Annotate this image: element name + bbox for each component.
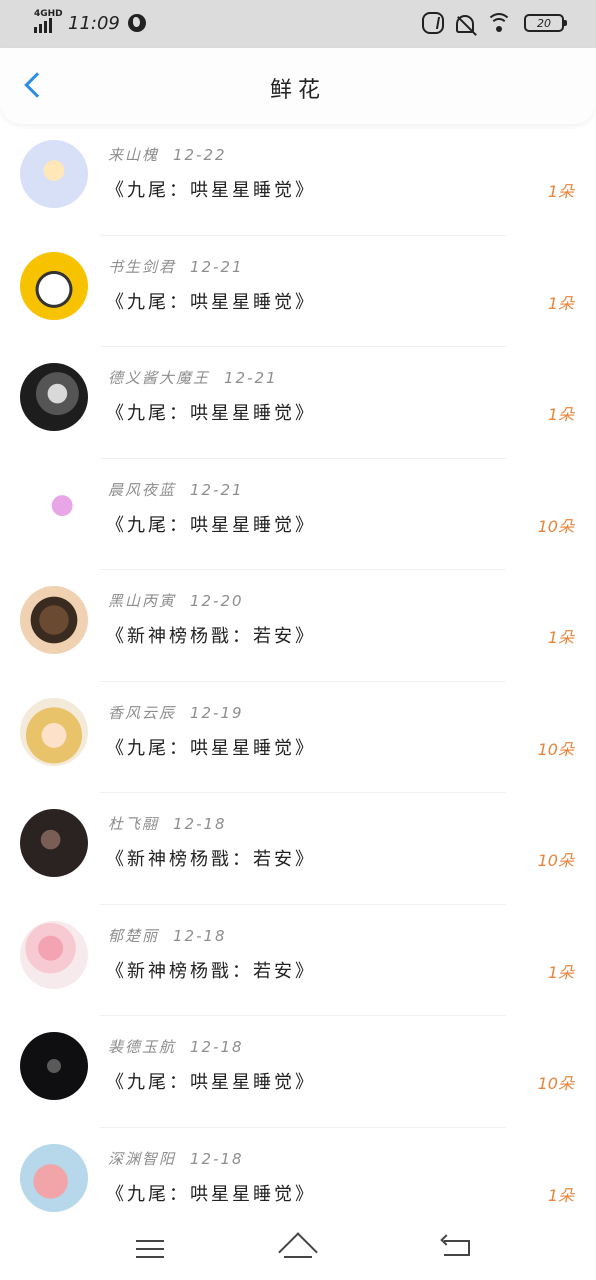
item-meta: 郁楚丽 12-18 bbox=[108, 925, 227, 946]
avatar[interactable] bbox=[20, 251, 88, 320]
user-name: 香风云辰 bbox=[108, 703, 177, 722]
signal-icon: 4GHD bbox=[32, 9, 63, 35]
avatar[interactable] bbox=[20, 920, 88, 989]
status-left: 4GHD 11:09 bbox=[32, 9, 146, 36]
avatar[interactable] bbox=[20, 697, 88, 766]
avatar[interactable] bbox=[20, 586, 88, 654]
user-name: 德义酱大魔王 bbox=[108, 369, 211, 387]
book-title[interactable]: 《新神榜杨戬：若安》 bbox=[106, 622, 316, 648]
home-icon bbox=[278, 1232, 318, 1272]
user-name: 书生剑君 bbox=[108, 257, 177, 276]
item-meta: 香风云辰 12-19 bbox=[108, 702, 244, 723]
item-meta: 黑山丙寅 12-20 bbox=[108, 590, 244, 611]
flower-count: 1朵 bbox=[547, 293, 574, 313]
book-title[interactable]: 《九尾：哄星星睡觉》 bbox=[106, 734, 316, 760]
list-item[interactable]: 晨风夜蓝 12-21 《九尾：哄星星睡觉》 10朵 bbox=[0, 459, 596, 570]
item-date: 12-21 bbox=[190, 257, 244, 276]
flower-list[interactable]: 来山槐 12-22 《九尾：哄星星睡觉》 1朵 书生剑君 12-21 《九尾：哄星星… bbox=[0, 124, 596, 1220]
item-date: 12-18 bbox=[173, 926, 227, 945]
book-title[interactable]: 《九尾：哄星星睡觉》 bbox=[106, 288, 316, 314]
app-header: 鲜花 bbox=[0, 48, 596, 124]
list-item[interactable]: 裴德玉航 12-18 《九尾：哄星星睡觉》 10朵 bbox=[0, 1016, 596, 1128]
battery-icon: 20 bbox=[524, 14, 567, 32]
flower-count: 1朵 bbox=[547, 182, 574, 201]
item-meta: 裴德玉航 12-18 bbox=[108, 1036, 244, 1057]
flower-count: 1朵 bbox=[547, 962, 574, 982]
item-date: 12-18 bbox=[190, 1038, 244, 1056]
book-title[interactable]: 《九尾：哄星星睡觉》 bbox=[106, 511, 316, 537]
user-name: 深渊智阳 bbox=[108, 1149, 177, 1168]
user-name: 来山槐 bbox=[108, 146, 160, 164]
status-bar: 4GHD 11:09 20 bbox=[0, 0, 596, 48]
user-name: 郁楚丽 bbox=[108, 926, 160, 945]
home-button[interactable] bbox=[278, 1232, 318, 1272]
item-date: 12-18 bbox=[173, 815, 227, 833]
flower-count: 10朵 bbox=[537, 516, 574, 536]
list-item[interactable]: 黑山丙寅 12-20 《新神榜杨戬：若安》 1朵 bbox=[0, 570, 596, 682]
book-title[interactable]: 《九尾：哄星星睡觉》 bbox=[106, 1068, 316, 1094]
item-date: 12-22 bbox=[173, 146, 227, 164]
wifi-icon bbox=[486, 13, 512, 33]
flower-count: 10朵 bbox=[537, 1074, 574, 1093]
item-date: 12-21 bbox=[224, 369, 278, 387]
avatar[interactable] bbox=[20, 140, 88, 208]
book-title[interactable]: 《新神榜杨戬：若安》 bbox=[106, 957, 316, 983]
user-name: 裴德玉航 bbox=[108, 1038, 177, 1056]
item-meta: 晨风夜蓝 12-21 bbox=[108, 479, 244, 500]
item-meta: 杜飞翮 12-18 bbox=[108, 813, 227, 834]
item-date: 12-21 bbox=[190, 480, 244, 499]
list-item[interactable]: 德义酱大魔王 12-21 《九尾：哄星星睡觉》 1朵 bbox=[0, 347, 596, 459]
globe-icon bbox=[127, 14, 146, 32]
bluetooth-icon bbox=[422, 12, 444, 34]
flower-count: 10朵 bbox=[537, 851, 574, 870]
page-title: 鲜花 bbox=[269, 78, 326, 103]
clock: 11:09 bbox=[68, 12, 120, 34]
book-title[interactable]: 《新神榜杨戬：若安》 bbox=[106, 845, 316, 871]
list-item[interactable]: 来山槐 12-22 《九尾：哄星星睡觉》 1朵 bbox=[0, 124, 596, 236]
list-item[interactable]: 香风云辰 12-19 《九尾：哄星星睡觉》 10朵 bbox=[0, 682, 596, 793]
item-meta: 德义酱大魔王 12-21 bbox=[108, 367, 278, 388]
avatar[interactable] bbox=[20, 1143, 88, 1212]
system-nav-bar bbox=[0, 1220, 596, 1280]
list-item[interactable]: 深渊智阳 12-18 《九尾：哄星星睡觉》 1朵 bbox=[0, 1128, 596, 1221]
flower-count: 1朵 bbox=[547, 1185, 574, 1205]
list-item[interactable]: 杜飞翮 12-18 《新神榜杨戬：若安》 10朵 bbox=[0, 793, 596, 905]
item-meta: 深渊智阳 12-18 bbox=[108, 1148, 244, 1169]
item-date: 12-20 bbox=[190, 592, 244, 610]
status-right: 20 bbox=[422, 11, 567, 35]
book-title[interactable]: 《九尾：哄星星睡觉》 bbox=[106, 176, 316, 202]
item-date: 12-18 bbox=[190, 1149, 244, 1168]
menu-button[interactable] bbox=[130, 1232, 170, 1266]
item-meta: 来山槐 12-22 bbox=[108, 144, 227, 165]
avatar[interactable] bbox=[20, 1032, 88, 1100]
avatar[interactable] bbox=[20, 809, 88, 877]
avatar[interactable] bbox=[20, 363, 88, 431]
user-name: 杜飞翮 bbox=[108, 815, 160, 833]
flower-count: 1朵 bbox=[547, 628, 574, 647]
user-name: 黑山丙寅 bbox=[108, 592, 177, 610]
avatar[interactable] bbox=[20, 474, 88, 543]
flower-count: 1朵 bbox=[547, 405, 574, 424]
system-back-button[interactable] bbox=[436, 1232, 476, 1266]
item-meta: 书生剑君 12-21 bbox=[108, 256, 244, 277]
book-title[interactable]: 《九尾：哄星星睡觉》 bbox=[106, 1180, 316, 1206]
item-date: 12-19 bbox=[190, 703, 244, 722]
flower-count: 10朵 bbox=[537, 739, 574, 759]
list-item[interactable]: 书生剑君 12-21 《九尾：哄星星睡觉》 1朵 bbox=[0, 236, 596, 347]
list-item[interactable]: 郁楚丽 12-18 《新神榜杨戬：若安》 1朵 bbox=[0, 905, 596, 1016]
book-title[interactable]: 《九尾：哄星星睡觉》 bbox=[106, 399, 316, 425]
mute-bell-icon bbox=[456, 15, 474, 33]
user-name: 晨风夜蓝 bbox=[108, 480, 177, 499]
